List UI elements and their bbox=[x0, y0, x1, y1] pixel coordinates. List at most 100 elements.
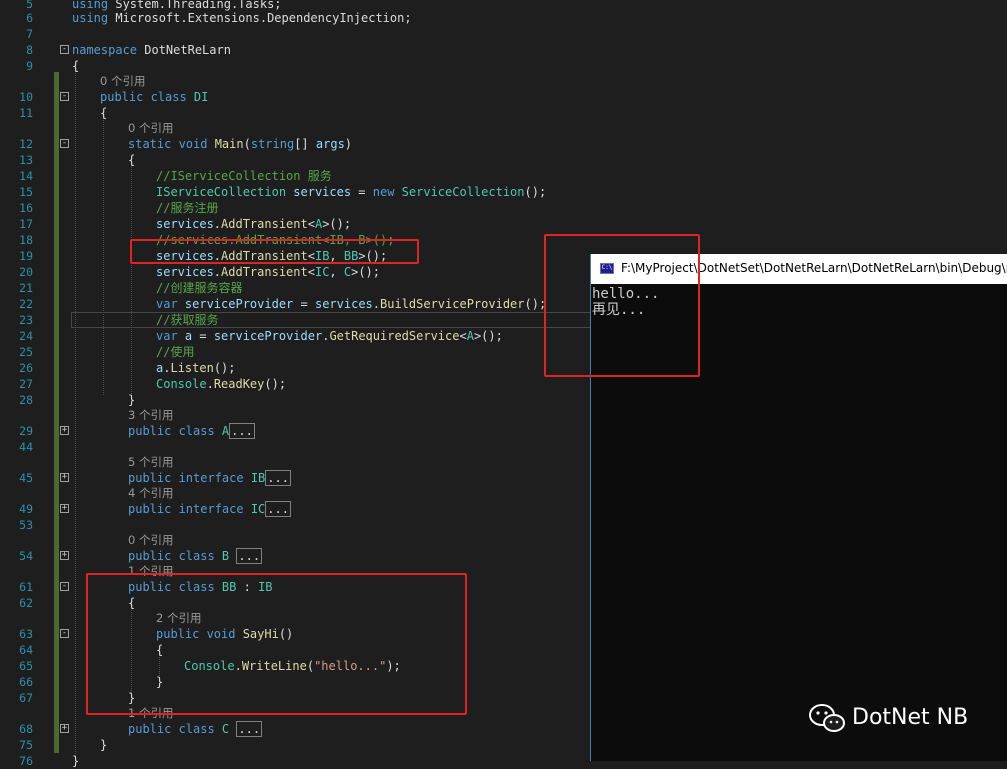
line-number: 15 bbox=[19, 185, 33, 199]
code-token: = bbox=[351, 185, 373, 199]
collapse-toggle-icon[interactable]: - bbox=[60, 629, 69, 638]
line-number: 23 bbox=[19, 313, 33, 327]
code-token: [] bbox=[294, 137, 316, 151]
collapse-toggle-icon[interactable]: - bbox=[60, 45, 69, 54]
collapsed-region-button[interactable]: ... bbox=[229, 423, 255, 439]
code-token: var bbox=[156, 297, 185, 311]
line-number: 7 bbox=[26, 27, 33, 41]
code-token: (); bbox=[524, 297, 547, 311]
code-text: services.AddTransient<IC, C>(); bbox=[156, 264, 380, 280]
collapse-toggle-icon[interactable]: - bbox=[60, 139, 69, 148]
reference-count-label[interactable]: 0 个引用 bbox=[100, 73, 145, 89]
code-text: public class C ... bbox=[128, 721, 263, 737]
expand-toggle-icon[interactable]: + bbox=[60, 426, 69, 435]
line-number: 49 bbox=[19, 502, 33, 516]
reference-count-label[interactable]: 3 个引用 bbox=[128, 407, 173, 423]
code-text: { bbox=[128, 152, 135, 168]
code-line[interactable]: 13 { bbox=[0, 152, 1007, 168]
code-line[interactable]: 9{ bbox=[0, 58, 1007, 74]
code-line[interactable]: 7 bbox=[0, 26, 1007, 42]
code-token: args bbox=[315, 137, 345, 151]
code-token: = bbox=[192, 329, 214, 343]
wechat-icon bbox=[809, 704, 845, 732]
code-token: IServiceCollection bbox=[156, 185, 294, 199]
collapsed-region-button[interactable]: ... bbox=[265, 501, 291, 517]
expand-toggle-icon[interactable]: + bbox=[60, 551, 69, 560]
code-token: . bbox=[213, 217, 222, 231]
code-token: using bbox=[72, 11, 116, 25]
expand-toggle-icon[interactable]: + bbox=[60, 504, 69, 513]
code-text: IServiceCollection services = new Servic… bbox=[156, 184, 546, 200]
code-text: public class B ... bbox=[128, 548, 263, 564]
code-text: //IServiceCollection 服务 bbox=[156, 168, 332, 184]
code-line[interactable]: 17 services.AddTransient<A>(); bbox=[0, 216, 1007, 232]
line-number: 16 bbox=[19, 201, 33, 215]
reference-count-label[interactable]: 4 个引用 bbox=[128, 485, 173, 501]
collapsed-region-button[interactable]: ... bbox=[236, 548, 263, 564]
code-token: { bbox=[128, 153, 136, 167]
codelens-reference-count[interactable]: 0 个引用 bbox=[0, 73, 1007, 89]
reference-count-label[interactable]: 0 个引用 bbox=[128, 120, 173, 136]
highlight-box-console-output bbox=[544, 234, 700, 377]
code-token: //创建服务容器 bbox=[156, 281, 243, 295]
reference-count-label[interactable]: 5 个引用 bbox=[128, 454, 173, 470]
code-line[interactable]: 8 - namespace DotNetReLarn bbox=[0, 42, 1007, 58]
code-token: (); bbox=[213, 361, 236, 375]
codelens-reference-count[interactable]: 0 个引用 bbox=[0, 120, 1007, 136]
code-token: public interface bbox=[128, 471, 251, 485]
collapsed-region-button[interactable]: ... bbox=[236, 721, 263, 737]
line-number: 29 bbox=[19, 424, 33, 438]
code-token: serviceProvider bbox=[184, 297, 294, 311]
code-token: public class bbox=[128, 424, 222, 438]
line-number: 54 bbox=[19, 549, 33, 563]
code-token: ServiceCollection bbox=[401, 185, 525, 199]
code-token: serviceProvider bbox=[213, 329, 323, 343]
code-token: public class bbox=[128, 722, 222, 736]
line-number: 61 bbox=[19, 580, 33, 594]
code-token: public class bbox=[128, 549, 222, 563]
code-token: BuildServiceProvider bbox=[380, 297, 525, 311]
code-token: , bbox=[329, 265, 344, 279]
code-line[interactable]: 16 //服务注册 bbox=[0, 200, 1007, 216]
expand-toggle-icon[interactable]: + bbox=[60, 724, 69, 733]
line-number: 25 bbox=[19, 345, 33, 359]
collapse-toggle-icon[interactable]: - bbox=[60, 92, 69, 101]
code-text: public class A... bbox=[128, 423, 255, 439]
code-token: . bbox=[206, 377, 214, 391]
line-number: 63 bbox=[19, 627, 33, 641]
code-token: public interface bbox=[128, 502, 251, 516]
code-text: public interface IC... bbox=[128, 501, 291, 517]
code-token: DI bbox=[193, 90, 209, 104]
code-line[interactable]: 10 - public class DI bbox=[0, 89, 1007, 105]
code-line[interactable]: 15 IServiceCollection services = new Serv… bbox=[0, 184, 1007, 200]
line-number: 8 bbox=[26, 43, 33, 57]
code-text: public class DI bbox=[100, 89, 208, 105]
code-token: public class bbox=[100, 90, 194, 104]
code-token: (); bbox=[264, 377, 287, 391]
code-line[interactable]: 12 - static void Main(string[] args) bbox=[0, 136, 1007, 152]
line-number: 22 bbox=[19, 297, 33, 311]
code-token: } bbox=[72, 754, 80, 768]
code-text: { bbox=[72, 58, 79, 74]
code-text: using Microsoft.Extensions.DependencyInj… bbox=[72, 10, 412, 26]
code-text: namespace DotNetReLarn bbox=[72, 42, 231, 58]
code-line[interactable]: 11 { bbox=[0, 105, 1007, 121]
reference-count-label[interactable]: 0 个引用 bbox=[128, 532, 173, 548]
code-line[interactable]: 14 //IServiceCollection 服务 bbox=[0, 168, 1007, 184]
code-text: Console.ReadKey(); bbox=[156, 376, 286, 392]
expand-toggle-icon[interactable]: + bbox=[60, 473, 69, 482]
code-line[interactable]: 6 using Microsoft.Extensions.DependencyIn… bbox=[0, 10, 1007, 26]
code-token: < bbox=[459, 329, 467, 343]
code-token: namespace bbox=[72, 43, 145, 57]
collapsed-region-button[interactable]: ... bbox=[265, 470, 291, 486]
code-text: } bbox=[100, 737, 107, 753]
code-text: } bbox=[128, 392, 135, 408]
code-token: < bbox=[307, 217, 315, 231]
code-text: a.Listen(); bbox=[156, 360, 236, 376]
code-token: AddTransient bbox=[221, 217, 308, 231]
code-token: C bbox=[221, 722, 237, 736]
collapse-toggle-icon[interactable]: - bbox=[60, 582, 69, 591]
code-token: new bbox=[372, 185, 402, 199]
code-token: >(); bbox=[351, 265, 381, 279]
code-token: Main bbox=[214, 137, 244, 151]
